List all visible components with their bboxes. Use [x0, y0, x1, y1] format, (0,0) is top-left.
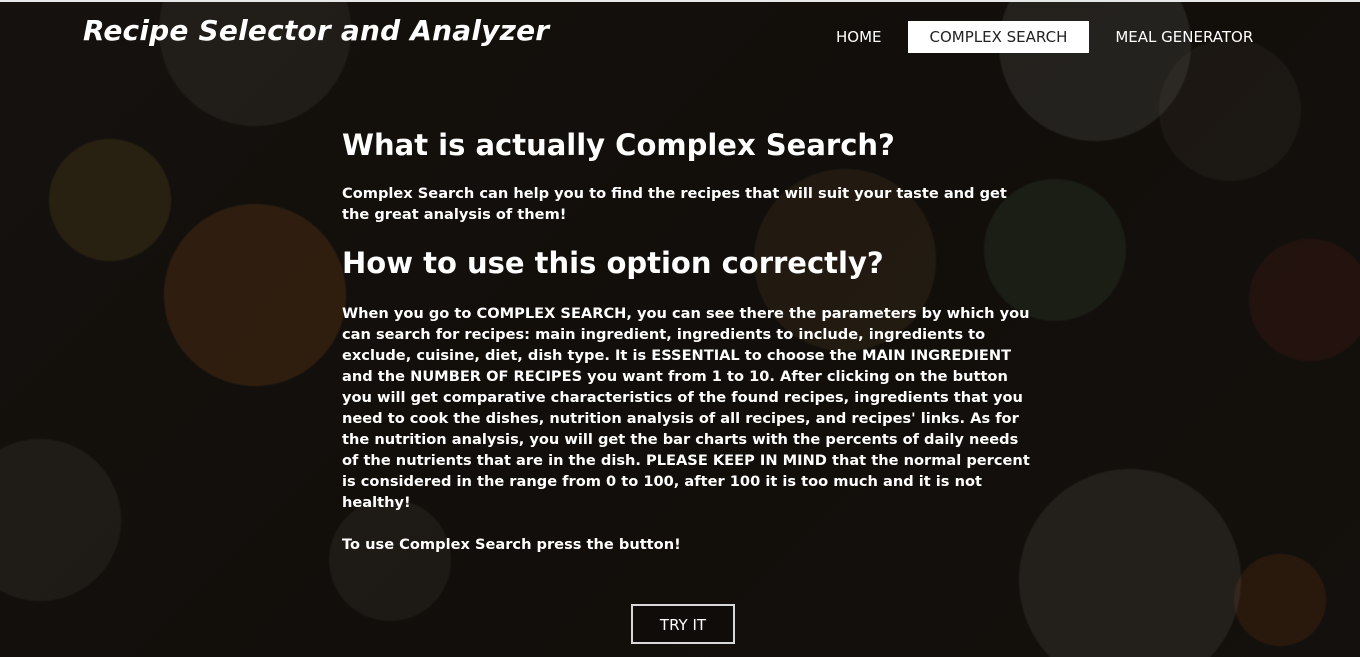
instructions-paragraph: When you go to COMPLEX SEARCH, you can s… — [342, 305, 1030, 511]
nav-complex-search[interactable]: COMPLEX SEARCH — [907, 21, 1090, 53]
main-nav: HOME COMPLEX SEARCH MEAL GENERATOR — [818, 21, 1271, 53]
site-header: Recipe Selector and Analyzer HOME COMPLE… — [0, 0, 1360, 70]
try-it-button[interactable]: TRY IT — [631, 604, 735, 644]
nav-home[interactable]: HOME — [818, 21, 900, 53]
call-to-action-text: To use Complex Search press the button! — [342, 536, 681, 553]
main-content: What is actually Complex Search? Complex… — [342, 125, 1032, 555]
site-title[interactable]: Recipe Selector and Analyzer — [83, 14, 549, 47]
nav-meal-generator[interactable]: MEAL GENERATOR — [1097, 21, 1271, 53]
page-heading: What is actually Complex Search? — [342, 128, 895, 162]
intro-paragraph: Complex Search can help you to find the … — [342, 185, 1007, 223]
section-heading: How to use this option correctly? — [342, 246, 884, 280]
